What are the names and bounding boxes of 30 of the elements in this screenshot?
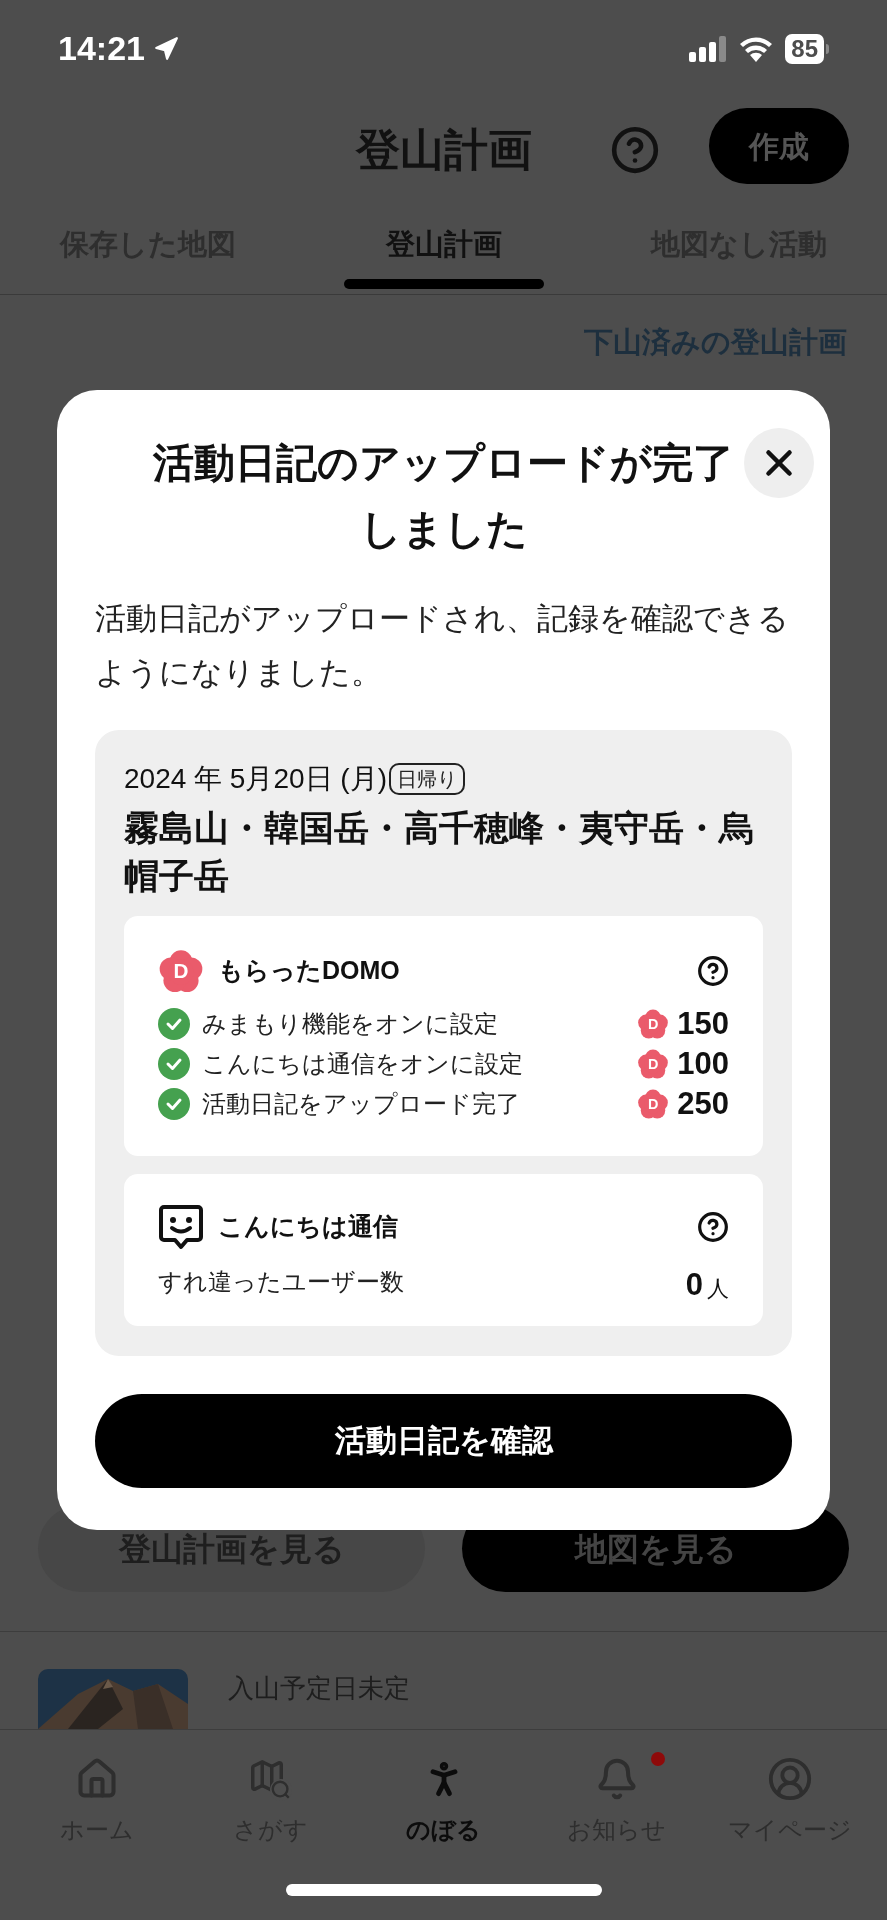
nav-tab[interactable]: のぼる	[356, 1756, 531, 1886]
activity-date: 2024 年 5月20日 (月)	[124, 762, 387, 796]
view-diary-button[interactable]: 活動日記を確認	[95, 1394, 792, 1488]
status-time: 14:21	[58, 28, 145, 69]
domo-points: 100	[677, 1044, 729, 1083]
page-title: 登山計画	[355, 124, 532, 176]
domo-points: 150	[677, 1004, 729, 1043]
count-unit: 人	[707, 1278, 729, 1300]
mountain-names: 霧島山・韓国岳・高千穂峰・夷守岳・烏帽子岳	[124, 807, 755, 897]
hello-title: こんにちは通信	[218, 1211, 398, 1243]
passed-users-label: すれ違ったユーザー数	[158, 1267, 404, 1297]
signal-icon	[689, 35, 728, 62]
help-icon[interactable]	[697, 955, 729, 987]
passed-users-count: 0	[685, 1269, 703, 1300]
wifi-icon	[739, 35, 774, 62]
location-arrow-icon	[152, 35, 179, 62]
domo-title: もらったDOMO	[218, 955, 400, 987]
create-button[interactable]: 作成	[709, 108, 849, 184]
help-icon[interactable]	[697, 1211, 729, 1243]
dialog-title: 活動日記のアップロードが完了しました	[152, 439, 735, 554]
domo-task: 活動日記をアップロード完了	[202, 1089, 520, 1119]
smiling-speech-bubble-icon	[158, 1204, 204, 1250]
dialog-message: 活動日記がアップロードされ、記録を確認できるようになりました。	[95, 600, 790, 692]
map-search-icon	[248, 1757, 293, 1801]
profile-icon	[767, 1756, 814, 1802]
domo-task: こんにちは通信をオンに設定	[202, 1049, 523, 1079]
domo-task: みまもり機能をオンに設定	[202, 1009, 498, 1039]
tab[interactable]: 登山計画	[295, 205, 592, 294]
domo-points: 250	[677, 1084, 729, 1123]
day-trip-tag: 日帰り	[389, 763, 465, 795]
